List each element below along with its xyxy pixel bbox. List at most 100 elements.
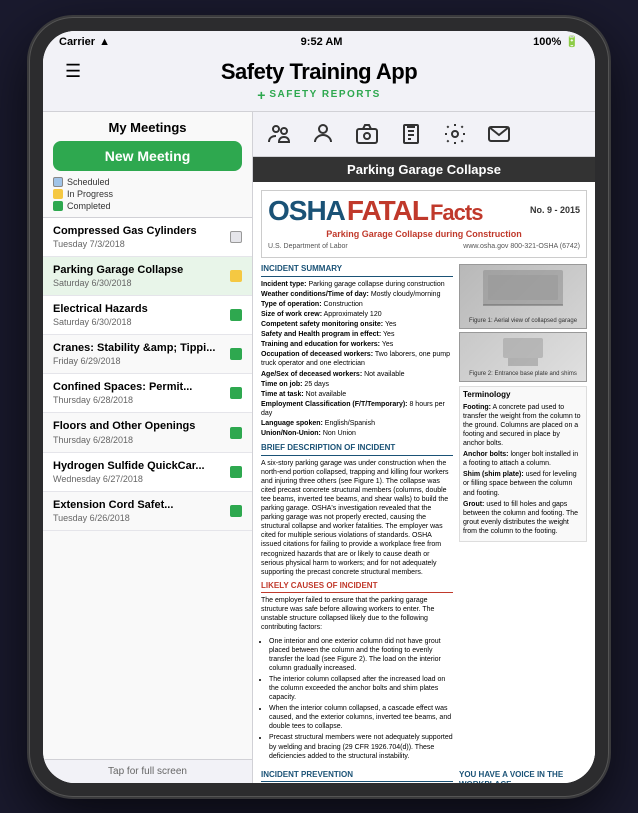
scheduled-label: Scheduled <box>67 177 110 187</box>
meeting-date: Saturday 6/30/2018 <box>53 278 224 288</box>
meeting-name: Compressed Gas Cylinders <box>53 225 224 238</box>
incident-summary-title: INCIDENT SUMMARY <box>261 264 453 276</box>
osha-subtitle: Parking Garage Collapse during Construct… <box>268 229 580 241</box>
meeting-item[interactable]: Parking Garage CollapseSaturday 6/30/201… <box>43 257 252 296</box>
battery-icon: 🔋 <box>565 35 579 48</box>
meeting-info: Floors and Other OpeningsThursday 6/28/2… <box>53 420 224 444</box>
meeting-item[interactable]: Confined Spaces: Permit...Thursday 6/28/… <box>43 374 252 413</box>
people-icon[interactable] <box>261 116 297 152</box>
document-content[interactable]: OSHA FATAL Facts No. 9 - 2015 Parking Ga… <box>253 182 595 783</box>
meeting-item[interactable]: Hydrogen Sulfide QuickCar...Wednesday 6/… <box>43 453 252 492</box>
tablet-screen: Carrier ▲ 9:52 AM 100% 🔋 ☰ Safety Traini… <box>43 31 595 783</box>
doc-bottom-section: INCIDENT PREVENTION Employers must provi… <box>261 770 587 783</box>
meeting-status-dot <box>230 427 242 439</box>
terminology-box: Terminology Footing: A concrete pad used… <box>459 386 587 542</box>
figure-1-image: Figure 1: Aerial view of collapsed garag… <box>459 264 587 329</box>
meeting-status-dot <box>230 466 242 478</box>
toolbar <box>253 112 595 157</box>
osha-voice-col: You Have a Voice in the Workplace The Oc… <box>459 770 587 783</box>
legend-completed: Completed <box>53 201 242 211</box>
completed-label: Completed <box>67 201 111 211</box>
meeting-item[interactable]: Cranes: Stability &amp; Tippi...Friday 6… <box>43 335 252 374</box>
meeting-name: Floors and Other Openings <box>53 420 224 433</box>
meeting-item[interactable]: Floors and Other OpeningsThursday 6/28/2… <box>43 413 252 452</box>
term-footing: Footing: A concrete pad used to transfer… <box>463 403 583 448</box>
new-meeting-button[interactable]: New Meeting <box>53 141 242 171</box>
status-bar: Carrier ▲ 9:52 AM 100% 🔋 <box>43 31 595 53</box>
meeting-info: Electrical HazardsSaturday 6/30/2018 <box>53 303 224 327</box>
cause-item: Precast structural members were not adeq… <box>269 733 453 760</box>
safety-reports-badge: + SAFETY REPORTS <box>59 87 579 103</box>
osha-header: OSHA FATAL Facts No. 9 - 2015 Parking Ga… <box>261 190 587 259</box>
incident-rows: Incident type: Parking garage collapse d… <box>261 280 453 439</box>
causes-list: One interior and one exterior column did… <box>261 637 453 761</box>
scheduled-dot <box>53 177 63 187</box>
meeting-info: Compressed Gas CylindersTuesday 7/3/2018 <box>53 225 224 249</box>
meeting-info: Cranes: Stability &amp; Tippi...Friday 6… <box>53 342 224 366</box>
settings-icon[interactable] <box>437 116 473 152</box>
document-panel: Parking Garage Collapse OSHA FATAL Facts <box>253 112 595 783</box>
meeting-info: Parking Garage CollapseSaturday 6/30/201… <box>53 264 224 288</box>
carrier-label: Carrier <box>59 36 95 48</box>
likely-causes-title: Likely Causes of Incident <box>261 581 453 593</box>
meeting-item[interactable]: Compressed Gas CylindersTuesday 7/3/2018 <box>43 218 252 257</box>
time-display: 9:52 AM <box>301 36 343 48</box>
osha-website: www.osha.gov 800-321-OSHA (6742) <box>463 242 580 251</box>
likely-causes-text: The employer failed to ensure that the p… <box>261 596 453 632</box>
brief-desc-text: A six-story parking garage was under con… <box>261 459 453 577</box>
plus-icon: + <box>257 87 265 103</box>
main-content: My Meetings New Meeting Scheduled In Pro… <box>43 112 595 783</box>
meeting-status-dot <box>230 231 242 243</box>
fatal-text: FATAL <box>347 197 428 225</box>
meeting-item[interactable]: Electrical HazardsSaturday 6/30/2018 <box>43 296 252 335</box>
meeting-date: Saturday 6/30/2018 <box>53 317 224 327</box>
term-grout: Grout: used to fill holes and gaps betwe… <box>463 500 583 536</box>
meeting-item[interactable]: Extension Cord Safet...Tuesday 6/26/2018 <box>43 492 252 531</box>
meetings-panel: My Meetings New Meeting Scheduled In Pro… <box>43 112 253 783</box>
completed-dot <box>53 201 63 211</box>
meeting-info: Extension Cord Safet...Tuesday 6/26/2018 <box>53 499 224 523</box>
meetings-legend: Scheduled In Progress Completed <box>53 177 242 211</box>
legend-inprogress: In Progress <box>53 189 242 199</box>
meeting-name: Extension Cord Safet... <box>53 499 224 512</box>
doc-col-left: INCIDENT SUMMARY Incident type: Parking … <box>261 264 453 763</box>
meeting-name: Hydrogen Sulfide QuickCar... <box>53 460 224 473</box>
doc-two-col: INCIDENT SUMMARY Incident type: Parking … <box>261 264 587 763</box>
meeting-status-dot <box>230 505 242 517</box>
osha-logo-row: OSHA FATAL Facts No. 9 - 2015 <box>268 197 580 225</box>
person-icon[interactable] <box>305 116 341 152</box>
battery-label: 100% <box>533 36 561 48</box>
meeting-name: Electrical Hazards <box>53 303 224 316</box>
status-bar-left: Carrier ▲ <box>59 36 110 48</box>
brief-desc-title: BRIEF DESCRIPTION OF INCIDENT <box>261 443 453 455</box>
camera-icon[interactable] <box>349 116 385 152</box>
app-header-top: ☰ Safety Training App <box>59 59 579 85</box>
mail-icon[interactable] <box>481 116 517 152</box>
incident-prevention-col: INCIDENT PREVENTION Employers must provi… <box>261 770 453 783</box>
figure-1-caption: Figure 1: Aerial view of collapsed garag… <box>462 318 584 326</box>
tap-fullscreen-label[interactable]: Tap for full screen <box>43 759 252 783</box>
osha-text: OSHA <box>268 197 345 225</box>
meeting-name: Confined Spaces: Permit... <box>53 381 224 394</box>
meeting-date: Friday 6/29/2018 <box>53 356 224 366</box>
meetings-title: My Meetings <box>53 120 242 135</box>
osha-document: OSHA FATAL Facts No. 9 - 2015 Parking Ga… <box>253 182 595 783</box>
term-anchor: Anchor bolts: longer bolt installed in a… <box>463 450 583 468</box>
meeting-date: Tuesday 6/26/2018 <box>53 513 224 523</box>
term-shim: Shim (shim plate): used for leveling or … <box>463 470 583 497</box>
meeting-date: Tuesday 7/3/2018 <box>53 239 224 249</box>
badge-text: SAFETY REPORTS <box>269 89 380 100</box>
clipboard-icon[interactable] <box>393 116 429 152</box>
meeting-name: Cranes: Stability &amp; Tippi... <box>53 342 224 355</box>
doc-col-right: Figure 1: Aerial view of collapsed garag… <box>459 264 587 763</box>
status-bar-right: 100% 🔋 <box>533 35 579 48</box>
hamburger-button[interactable]: ☰ <box>59 59 87 84</box>
osha-dept: U.S. Department of Labor <box>268 242 348 251</box>
meetings-header: My Meetings New Meeting Scheduled In Pro… <box>43 112 252 218</box>
meeting-date: Wednesday 6/27/2018 <box>53 474 224 484</box>
osha-logo: OSHA FATAL Facts <box>268 197 482 225</box>
meeting-status-dot <box>230 309 242 321</box>
osha-number: No. 9 - 2015 <box>530 205 580 217</box>
voice-title: You Have a Voice in the Workplace <box>459 770 587 783</box>
meeting-name: Parking Garage Collapse <box>53 264 224 277</box>
